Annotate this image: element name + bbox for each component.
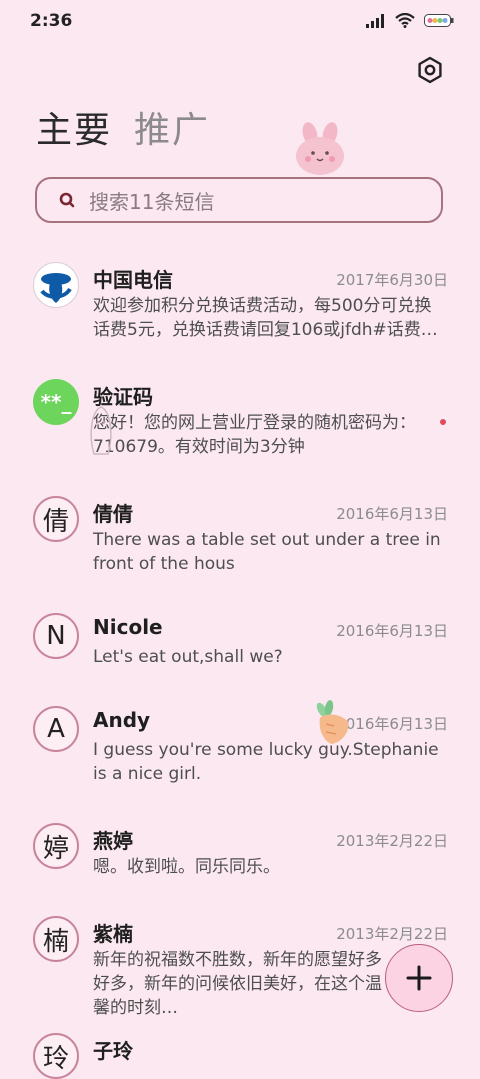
ghost-sticker [90, 406, 112, 455]
verification-avatar: **_ [33, 379, 79, 425]
plus-icon [406, 965, 432, 991]
settings-button[interactable] [414, 54, 446, 86]
china-telecom-avatar [33, 262, 79, 308]
bunny-sticker [296, 122, 344, 175]
sender-name: Nicole [93, 615, 163, 639]
message-preview: 欢迎参加积分兑换话费活动，每500分可兑换话费5元，兑换话费请回复106或jfd… [93, 296, 438, 340]
settings-icon [418, 56, 442, 84]
contact-avatar: 倩 [33, 496, 79, 542]
search-placeholder[interactable]: 搜索11条短信 [89, 186, 214, 215]
sender-name: Andy [93, 708, 151, 732]
message-date: 2017年6月30日 [336, 271, 448, 289]
unread-indicator [440, 419, 446, 425]
message-date: 2013年2月22日 [336, 925, 448, 943]
sender-name: 紫楠 [93, 922, 133, 946]
sender-name: 倩倩 [93, 502, 133, 526]
contact-avatar: 楠 [33, 916, 79, 962]
message-preview: I guess you're some lucky guy.Stephanie … [93, 740, 439, 784]
carrot-sticker [316, 700, 349, 744]
contact-avatar: 婷 [33, 823, 79, 869]
message-preview: 您好！您的网上营业厅登录的随机密码为：710679。有效时间为3分钟 [93, 413, 416, 457]
sender-name: 燕婷 [93, 829, 133, 853]
new-message-button[interactable] [385, 944, 453, 1012]
message-date: 2016年6月13日 [336, 622, 448, 640]
message-date: 2016年6月13日 [336, 505, 448, 523]
message-date: 2013年2月22日 [336, 832, 448, 850]
sender-name: 子玲 [93, 1039, 133, 1063]
status-bar: 2:36 [0, 0, 480, 44]
sender-name: 中国电信 [93, 268, 173, 292]
status-icons [366, 13, 454, 28]
tab-primary[interactable]: 主要 [36, 108, 112, 154]
status-time: 2:36 [30, 11, 73, 31]
message-preview: 嗯。收到啦。同乐同乐。 [93, 857, 280, 877]
battery-icon [424, 14, 454, 27]
search-icon [59, 192, 75, 208]
signal-icon [366, 13, 384, 28]
message-preview: There was a table set out under a tree i… [93, 530, 441, 574]
message-preview: 新年的祝福数不胜数，新年的愿望好多好多，新年的问候依旧美好，在这个温馨的时刻… [93, 950, 382, 1018]
message-preview: Let's eat out,shall we? [93, 647, 283, 667]
wifi-icon [395, 13, 415, 28]
tab-bar: 主要 推广 [36, 108, 210, 154]
china-telecom-logo-icon [40, 273, 72, 303]
contact-avatar: A [33, 706, 79, 752]
search-bar[interactable]: 搜索11条短信 [35, 177, 443, 223]
contact-avatar: N [33, 613, 79, 659]
tab-promotions[interactable]: 推广 [134, 108, 210, 154]
